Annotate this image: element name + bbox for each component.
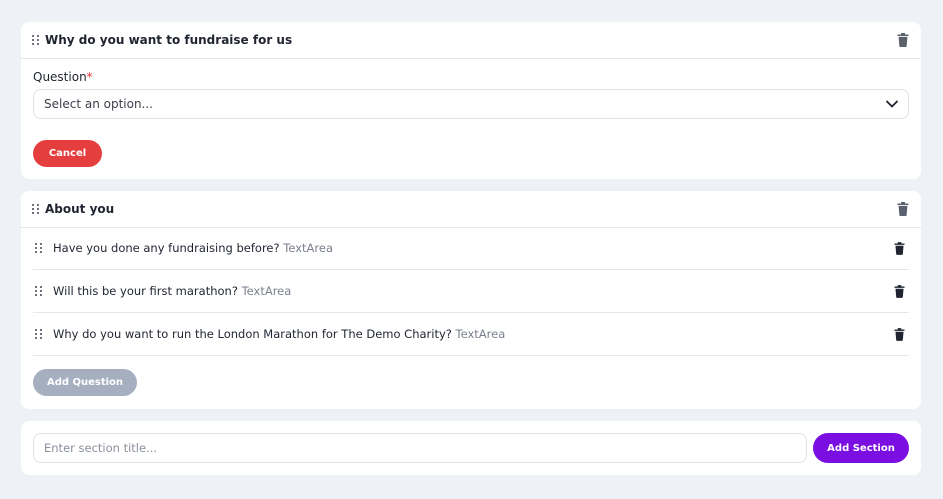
drag-handle-icon[interactable]	[32, 35, 40, 45]
question-label: Why do you want to run the London Marath…	[53, 327, 452, 341]
add-question-button[interactable]: Add Question	[33, 369, 137, 396]
question-label: Have you done any fundraising before?	[53, 241, 280, 255]
question-type: TextArea	[241, 284, 292, 298]
section-header: About you	[21, 191, 921, 228]
question-label-text: Question	[33, 70, 87, 84]
question-label: Will this be your first marathon?	[53, 284, 238, 298]
question-text: Why do you want to run the London Marath…	[53, 327, 894, 341]
trash-icon[interactable]	[897, 33, 909, 47]
section-title: About you	[45, 202, 115, 216]
question-type: TextArea	[283, 241, 333, 255]
trash-icon[interactable]	[894, 241, 905, 255]
trash-icon[interactable]	[894, 284, 905, 298]
drag-handle-icon[interactable]	[35, 329, 43, 339]
question-label: Question*	[33, 70, 93, 84]
section-card-fundraise: Why do you want to fundraise for us Ques…	[21, 22, 921, 179]
cancel-button[interactable]: Cancel	[33, 140, 102, 167]
trash-icon[interactable]	[894, 327, 905, 341]
question-text: Will this be your first marathon? TextAr…	[53, 284, 894, 298]
section-title-input[interactable]	[33, 433, 807, 463]
question-text: Have you done any fundraising before? Te…	[53, 241, 894, 255]
question-type: TextArea	[455, 327, 506, 341]
required-marker: *	[86, 70, 93, 84]
form-builder: Why do you want to fundraise for us Ques…	[0, 0, 943, 499]
question-select[interactable]: Select an option...	[33, 89, 909, 119]
drag-handle-icon[interactable]	[35, 243, 43, 253]
question-row: Have you done any fundraising before? Te…	[33, 227, 909, 270]
question-select-value: Select an option...	[44, 97, 153, 111]
section-header: Why do you want to fundraise for us	[21, 22, 921, 59]
section-title: Why do you want to fundraise for us	[45, 33, 293, 47]
chevron-down-icon	[886, 100, 898, 108]
section-card-about-you: About you Have you done any fundraising …	[21, 191, 921, 409]
add-section-button[interactable]: Add Section	[813, 433, 909, 463]
drag-handle-icon[interactable]	[32, 204, 40, 214]
question-row: Why do you want to run the London Marath…	[33, 313, 909, 356]
drag-handle-icon[interactable]	[35, 286, 43, 296]
question-row: Will this be your first marathon? TextAr…	[33, 270, 909, 313]
new-section-card: Add Section	[21, 421, 921, 475]
trash-icon[interactable]	[897, 202, 909, 216]
